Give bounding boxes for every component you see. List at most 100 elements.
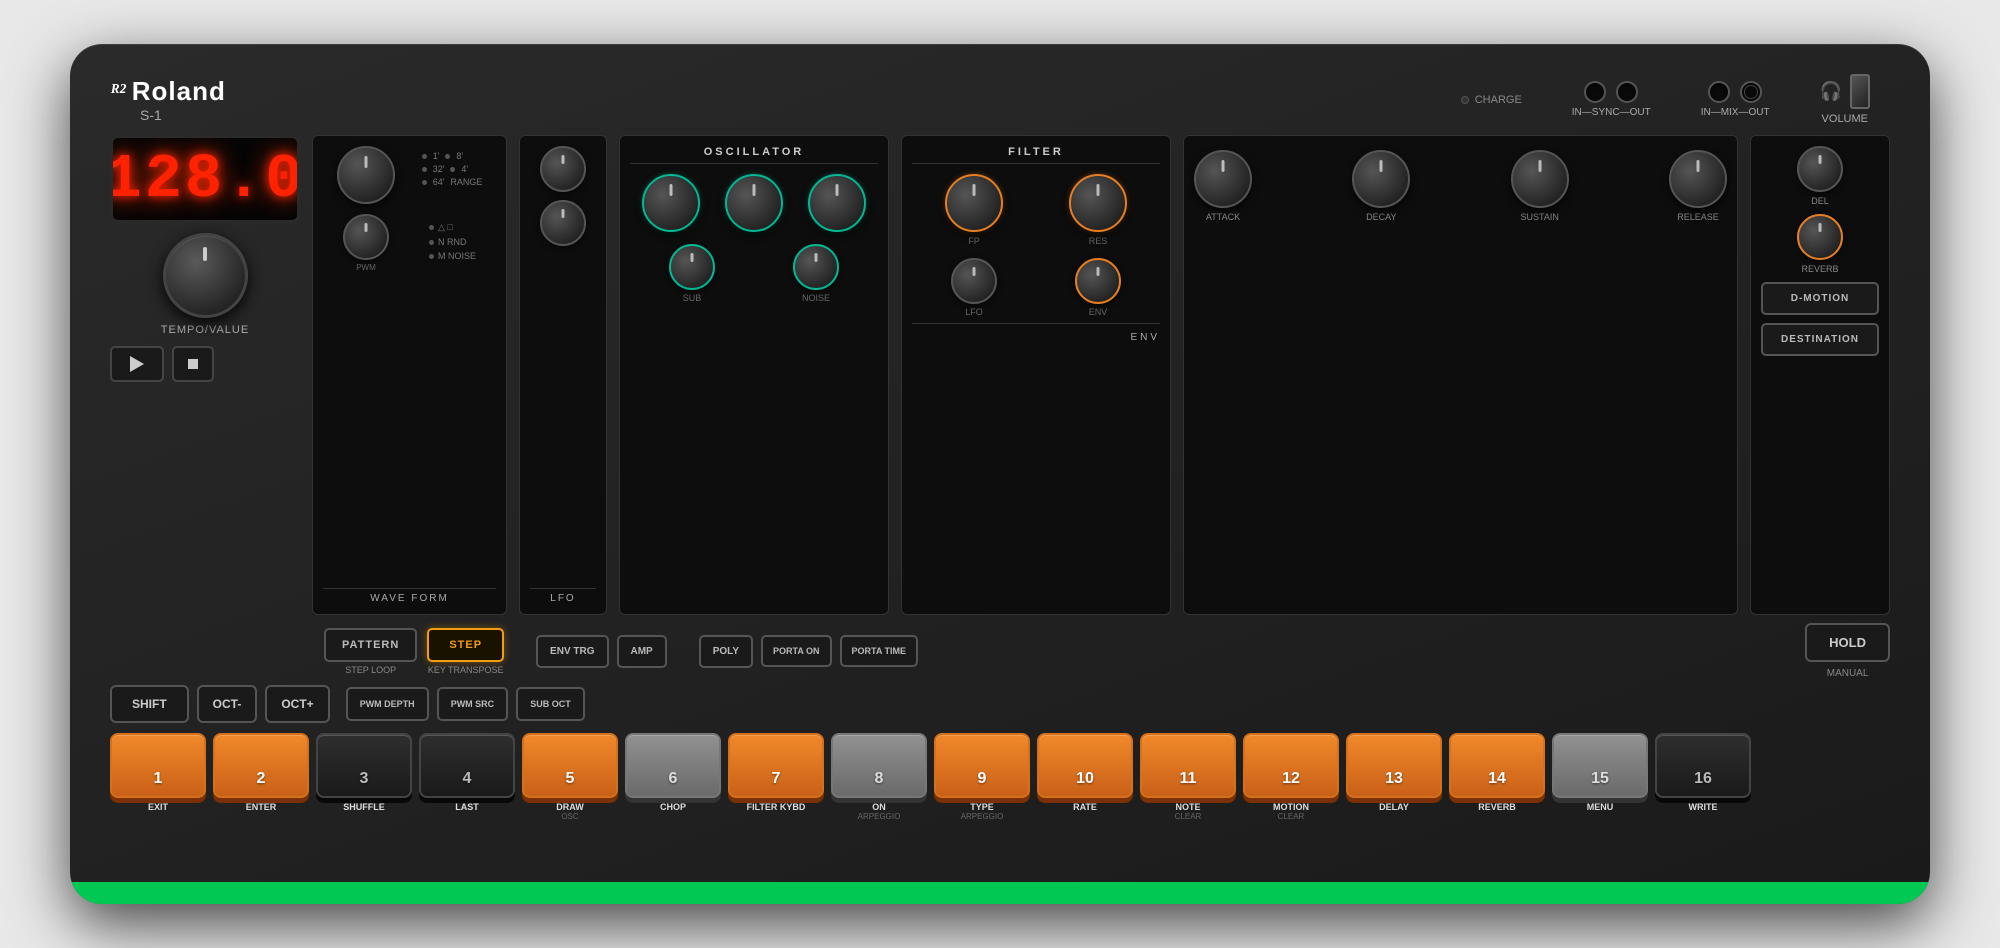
display-section: 128.0 TEMPO/VALUE (110, 135, 300, 615)
key-13[interactable]: 13 (1346, 733, 1442, 798)
pwm-knob[interactable] (343, 214, 389, 260)
key-9[interactable]: 9 (934, 733, 1030, 798)
pattern-button[interactable]: PATTERN (324, 628, 417, 662)
tempo-knob[interactable] (163, 233, 248, 318)
synth-body: ᴿ² Roland S-1 CHARGE IN—SYNC—OUT (70, 44, 1930, 904)
key-label-5: DRAW OSC (522, 802, 618, 821)
lfo-knob-top[interactable] (540, 146, 586, 192)
poly-button[interactable]: POLY (699, 635, 753, 668)
key-15[interactable]: 15 (1552, 733, 1648, 798)
env-section-label: ENV (1130, 332, 1160, 343)
sustain-knob[interactable] (1511, 150, 1569, 208)
play-button[interactable] (110, 346, 164, 382)
osc-sub-knob[interactable] (669, 244, 715, 290)
pwm-depth-button[interactable]: PWM DEPTH (346, 687, 429, 721)
oct-minus-button[interactable]: OCT- (197, 685, 258, 723)
key-label-1: EXIT (110, 802, 206, 821)
osc-tune-knob[interactable] (725, 174, 783, 232)
key-6[interactable]: 6 (625, 733, 721, 798)
pwm-src-button[interactable]: PWM SRC (437, 687, 509, 721)
waveform-knob[interactable] (337, 146, 395, 204)
attack-knob[interactable] (1194, 150, 1252, 208)
filter-env-knob[interactable] (1075, 258, 1121, 304)
sync-connector: IN—SYNC—OUT (1572, 81, 1651, 118)
delay-label: DEL (1811, 196, 1829, 206)
volume-label: VOLUME (1822, 113, 1868, 125)
reverb-knob-label: REVERB (1801, 264, 1838, 274)
porta-time-button[interactable]: PORTA TIME (840, 635, 919, 667)
release-label: RELEASE (1677, 212, 1719, 222)
filter-freq-knob[interactable] (945, 174, 1003, 232)
waveform-label: WAVE FORM (323, 588, 496, 604)
waveform-section: 1' 8' 32' 4' 64' RANGE (312, 135, 507, 615)
key-12[interactable]: 12 (1243, 733, 1339, 798)
key-4[interactable]: 4 (419, 733, 515, 798)
filter-label: FILTER (912, 146, 1160, 164)
decay-label: DECAY (1366, 212, 1396, 222)
key-11[interactable]: 11 (1140, 733, 1236, 798)
stop-button[interactable] (172, 346, 214, 382)
charge-indicator: CHARGE (1461, 94, 1522, 106)
osc-noise-knob[interactable] (793, 244, 839, 290)
brand-name: Roland (132, 76, 226, 107)
delay-knob[interactable] (1797, 146, 1843, 192)
lfo-section: LFO (519, 135, 607, 615)
charge-label: CHARGE (1475, 94, 1522, 106)
key-label-3: SHUFFLE (316, 802, 412, 821)
key-label-13: DELAY (1346, 802, 1442, 821)
tempo-label: TEMPO/VALUE (161, 324, 249, 336)
osc-noise-label: NOISE (802, 293, 830, 303)
key-1[interactable]: 1 (110, 733, 206, 798)
attack-label: ATTACK (1206, 212, 1240, 222)
key-label-9: TYPE ARPEGGIO (934, 802, 1030, 821)
key-label-2: ENTER (213, 802, 309, 821)
reverb-knob[interactable] (1797, 214, 1843, 260)
filter-res-knob[interactable] (1069, 174, 1127, 232)
key-label-15: MENU (1552, 802, 1648, 821)
destination-button[interactable]: DESTINATION (1761, 323, 1879, 356)
key-5[interactable]: 5 (522, 733, 618, 798)
key-label-4: LAST (419, 802, 515, 821)
key-8[interactable]: 8 (831, 733, 927, 798)
lfo-knob-bottom[interactable] (540, 200, 586, 246)
sustain-label: SUSTAIN (1520, 212, 1558, 222)
shift-button[interactable]: SHIFT (110, 685, 189, 723)
key-label-10: RATE (1037, 802, 1133, 821)
oscillator-label: OSCILLATOR (630, 146, 878, 164)
porta-on-button[interactable]: PORTA ON (761, 635, 832, 667)
filter-lfo-knob[interactable] (951, 258, 997, 304)
key-label-14: REVERB (1449, 802, 1545, 821)
key-3[interactable]: 3 (316, 733, 412, 798)
key-16[interactable]: 16 (1655, 733, 1751, 798)
hold-button[interactable]: HOLD (1805, 623, 1890, 662)
volume-knob[interactable] (1850, 74, 1870, 109)
led-display: 128.0 (110, 144, 300, 215)
decay-knob[interactable] (1352, 150, 1410, 208)
oscillator-section: OSCILLATOR SUB (619, 135, 889, 615)
key-2[interactable]: 2 (213, 733, 309, 798)
step-button[interactable]: STEP (427, 628, 504, 662)
key-7[interactable]: 7 (728, 733, 824, 798)
filter-env-label: ENV (1089, 307, 1108, 317)
osc-sub-label: SUB (683, 293, 702, 303)
lfo-label: LFO (530, 588, 596, 604)
release-knob[interactable] (1669, 150, 1727, 208)
key-label-16: WRITE (1655, 802, 1751, 821)
osc-pitch-knob[interactable] (642, 174, 700, 232)
key-transpose-label: KEY TRANSPOSE (428, 665, 504, 675)
key-10[interactable]: 10 (1037, 733, 1133, 798)
mix-connector: IN—MIX—OUT (1701, 81, 1770, 118)
key-14[interactable]: 14 (1449, 733, 1545, 798)
oct-plus-button[interactable]: OCT+ (265, 685, 329, 723)
right-panel: DEL REVERB D-MOTION DESTINATION (1750, 135, 1890, 615)
key-label-8: ON ARPEGGIO (831, 802, 927, 821)
brand-logo: ᴿ² Roland S-1 (110, 76, 226, 123)
sub-oct-button[interactable]: SUB OCT (516, 687, 585, 721)
key-label-6: CHOP (625, 802, 721, 821)
osc-shape-knob[interactable] (808, 174, 866, 232)
amp-button[interactable]: AMP (617, 635, 667, 668)
volume-section: 🎧 VOLUME (1820, 74, 1870, 125)
env-trg-button[interactable]: ENV TRG (536, 635, 608, 668)
d-motion-button[interactable]: D-MOTION (1761, 282, 1879, 315)
manual-label: MANUAL (1805, 668, 1890, 679)
